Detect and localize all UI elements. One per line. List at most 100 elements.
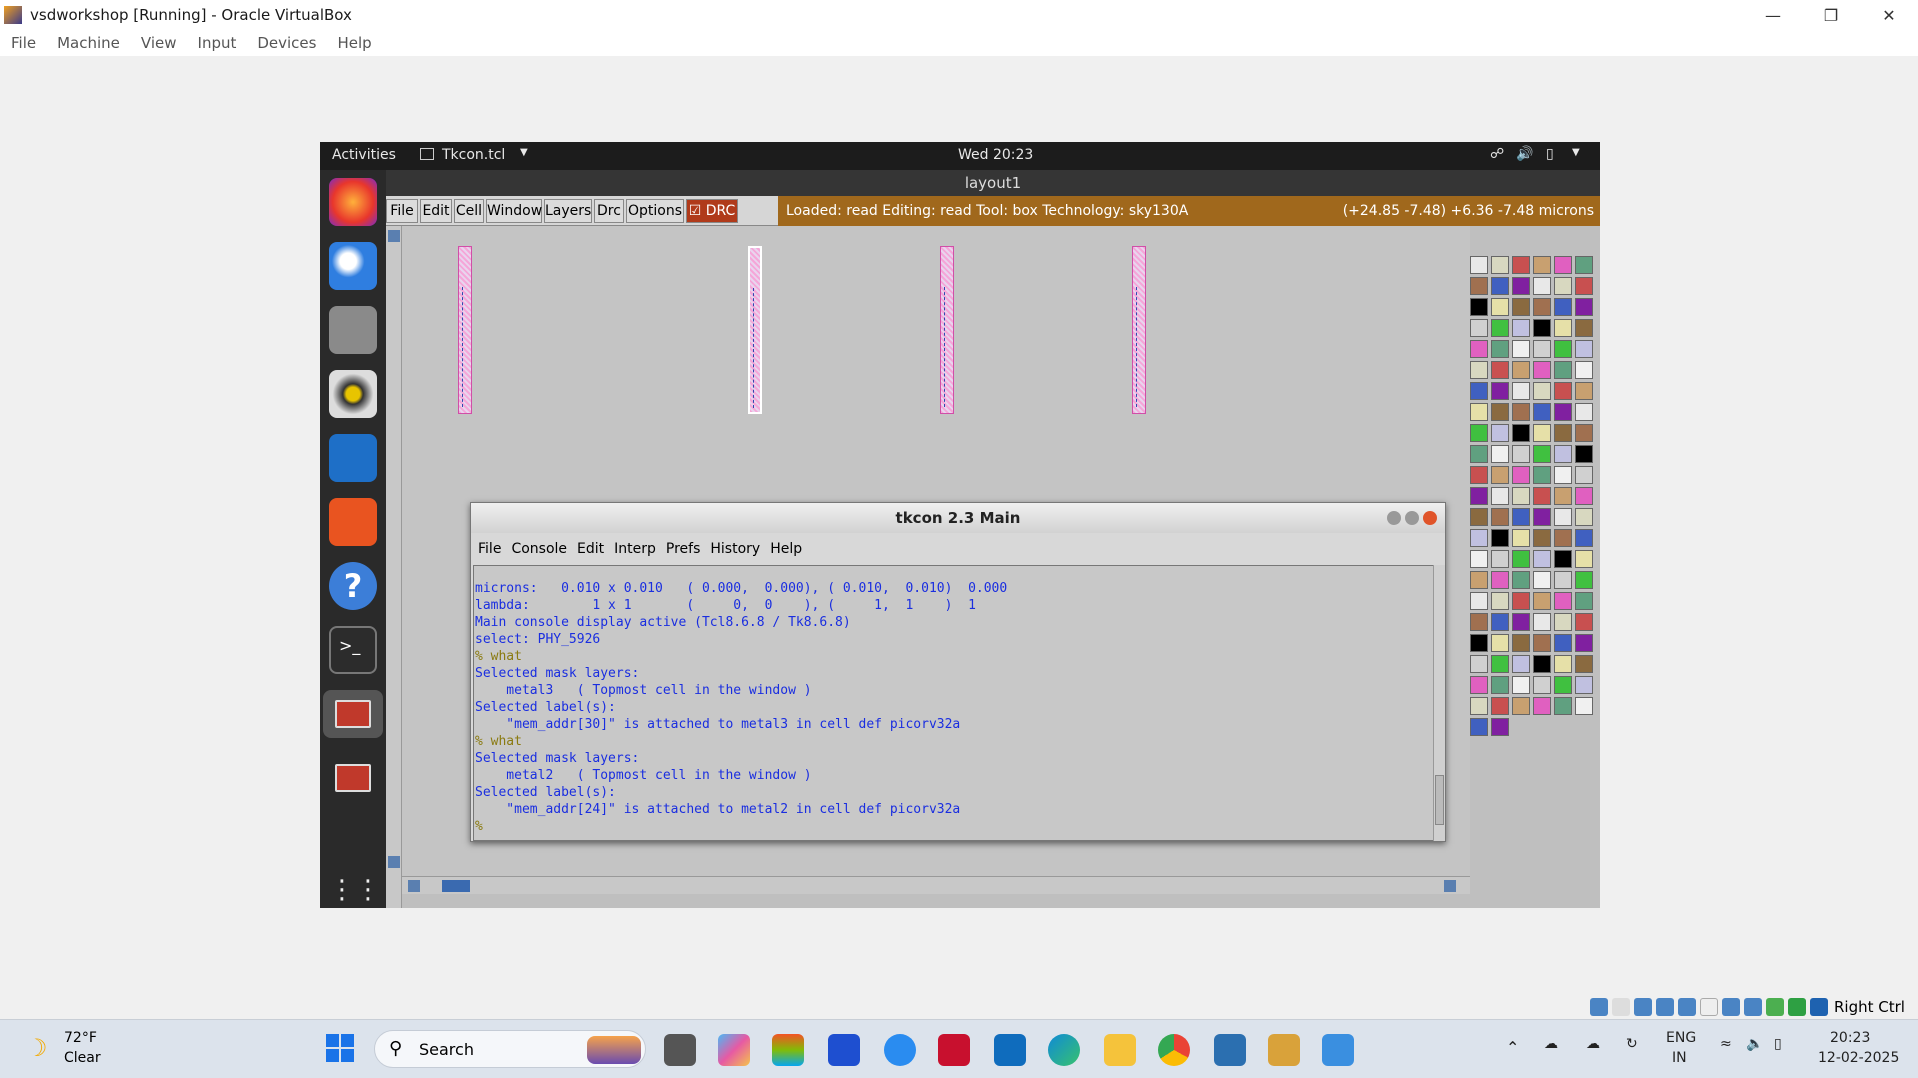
- scroll-right-icon[interactable]: [1444, 880, 1456, 892]
- layer-swatch[interactable]: [1470, 508, 1488, 526]
- tk-menu-file[interactable]: File: [478, 541, 501, 557]
- layer-swatch[interactable]: [1554, 256, 1572, 274]
- layer-swatch[interactable]: [1512, 298, 1530, 316]
- metal-shape-selected[interactable]: [748, 246, 762, 414]
- onedrive-warning-icon[interactable]: ☁: [1544, 1036, 1558, 1052]
- layer-swatch[interactable]: [1512, 655, 1530, 673]
- layer-swatch[interactable]: [1470, 361, 1488, 379]
- layer-swatch[interactable]: [1491, 445, 1509, 463]
- layer-swatch[interactable]: [1491, 697, 1509, 715]
- rhythmbox-icon[interactable]: [329, 370, 377, 418]
- layer-swatch[interactable]: [1491, 340, 1509, 358]
- layer-swatch[interactable]: [1575, 529, 1593, 547]
- tkcon-console-text[interactable]: microns: 0.010 x 0.010 ( 0.000, 0.000), …: [473, 565, 1435, 841]
- firefox-icon[interactable]: [329, 178, 377, 226]
- layer-swatch[interactable]: [1491, 382, 1509, 400]
- vbox-menu-file[interactable]: File: [11, 34, 36, 52]
- layer-swatch[interactable]: [1575, 340, 1593, 358]
- layer-swatch[interactable]: [1512, 361, 1530, 379]
- system-menu-icon[interactable]: ▼: [1572, 147, 1580, 158]
- cpu-icon[interactable]: [1766, 998, 1784, 1016]
- layer-swatch[interactable]: [1554, 361, 1572, 379]
- apps-grid-icon[interactable]: ⋮⋮⋮: [329, 870, 407, 908]
- layer-swatch[interactable]: [1470, 697, 1488, 715]
- layer-swatch[interactable]: [1533, 277, 1551, 295]
- layer-swatch[interactable]: [1491, 508, 1509, 526]
- optical-icon[interactable]: [1612, 998, 1630, 1016]
- hdd-icon[interactable]: [1590, 998, 1608, 1016]
- layer-swatch[interactable]: [1575, 424, 1593, 442]
- file-explorer-icon[interactable]: [1104, 1034, 1136, 1066]
- layer-swatch[interactable]: [1491, 256, 1509, 274]
- layer-swatch[interactable]: [1491, 487, 1509, 505]
- lang-eng[interactable]: ENG: [1666, 1030, 1696, 1046]
- display-icon[interactable]: [1722, 998, 1740, 1016]
- shared-folders-icon[interactable]: [1700, 998, 1718, 1016]
- close-button[interactable]: ✕: [1860, 6, 1918, 25]
- layer-swatch[interactable]: [1470, 718, 1488, 736]
- layer-swatch[interactable]: [1470, 634, 1488, 652]
- layer-swatch[interactable]: [1512, 550, 1530, 568]
- task-view-icon[interactable]: [664, 1034, 696, 1066]
- layer-swatch[interactable]: [1470, 403, 1488, 421]
- magic-menu-window[interactable]: Window: [486, 199, 542, 223]
- layer-swatch[interactable]: [1575, 613, 1593, 631]
- tk-maximize-button[interactable]: [1405, 511, 1419, 525]
- vertical-scrollbar[interactable]: [386, 226, 402, 908]
- weather-temp[interactable]: 72°F: [64, 1030, 97, 1046]
- layer-swatch[interactable]: [1533, 445, 1551, 463]
- windows-start-icon[interactable]: [326, 1034, 354, 1062]
- scroll-thumb[interactable]: [442, 880, 470, 892]
- layer-swatch[interactable]: [1533, 634, 1551, 652]
- layer-swatch[interactable]: [1575, 382, 1593, 400]
- layer-swatch[interactable]: [1554, 634, 1572, 652]
- tk-minimize-button[interactable]: [1387, 511, 1401, 525]
- layer-swatch[interactable]: [1512, 382, 1530, 400]
- layer-swatch[interactable]: [1575, 298, 1593, 316]
- moon-icon[interactable]: ☽: [26, 1034, 48, 1062]
- layer-swatch[interactable]: [1470, 592, 1488, 610]
- weather-desc[interactable]: Clear: [64, 1050, 101, 1066]
- volume-icon[interactable]: 🔊: [1516, 146, 1533, 162]
- layer-swatch[interactable]: [1512, 571, 1530, 589]
- layer-swatch[interactable]: [1470, 382, 1488, 400]
- copilot-icon[interactable]: [718, 1034, 750, 1066]
- layer-swatch[interactable]: [1512, 424, 1530, 442]
- layer-swatch[interactable]: [1512, 592, 1530, 610]
- tk-menu-prefs[interactable]: Prefs: [666, 541, 700, 557]
- layer-swatch[interactable]: [1554, 298, 1572, 316]
- layer-swatch[interactable]: [1491, 676, 1509, 694]
- layer-swatch[interactable]: [1533, 466, 1551, 484]
- taskbar-time[interactable]: 20:23: [1830, 1030, 1870, 1046]
- layer-swatch[interactable]: [1533, 403, 1551, 421]
- layer-swatch[interactable]: [1554, 340, 1572, 358]
- vbox-menu-view[interactable]: View: [141, 34, 177, 52]
- layer-swatch[interactable]: [1575, 655, 1593, 673]
- layer-swatch[interactable]: [1491, 571, 1509, 589]
- layer-swatch[interactable]: [1554, 319, 1572, 337]
- layer-swatch[interactable]: [1512, 256, 1530, 274]
- layer-swatch[interactable]: [1575, 487, 1593, 505]
- mouse-icon[interactable]: [1788, 998, 1806, 1016]
- magic-icon-2[interactable]: [329, 754, 377, 802]
- layer-swatch[interactable]: [1470, 487, 1488, 505]
- layer-swatch[interactable]: [1512, 403, 1530, 421]
- edge-icon[interactable]: [1048, 1034, 1080, 1066]
- magic-menu-options[interactable]: Options: [626, 199, 684, 223]
- layer-swatch[interactable]: [1533, 382, 1551, 400]
- layer-swatch[interactable]: [1575, 676, 1593, 694]
- layer-swatch[interactable]: [1491, 361, 1509, 379]
- writer-icon[interactable]: [329, 434, 377, 482]
- layer-swatch[interactable]: [1470, 466, 1488, 484]
- layer-swatch[interactable]: [1470, 445, 1488, 463]
- layer-swatch[interactable]: [1470, 613, 1488, 631]
- layer-swatch[interactable]: [1512, 277, 1530, 295]
- layer-swatch[interactable]: [1575, 319, 1593, 337]
- layer-swatch[interactable]: [1512, 466, 1530, 484]
- layer-swatch[interactable]: [1554, 508, 1572, 526]
- magic-menu-cell[interactable]: Cell: [454, 199, 484, 223]
- taskbar-date[interactable]: 12-02-2025: [1818, 1050, 1899, 1066]
- keyboard-icon[interactable]: [1810, 998, 1828, 1016]
- layer-swatch[interactable]: [1554, 382, 1572, 400]
- layer-swatch[interactable]: [1575, 592, 1593, 610]
